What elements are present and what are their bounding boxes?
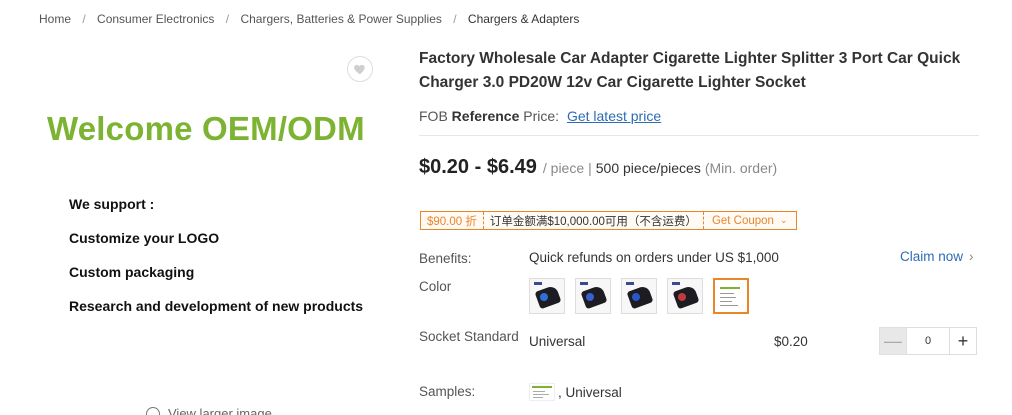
color-swatch[interactable] — [529, 278, 565, 314]
get-coupon-button[interactable]: Get Coupon ⌄ — [702, 212, 796, 229]
swatch-text-line — [720, 297, 736, 298]
breadcrumb: Home / Consumer Electronics / Chargers, … — [39, 12, 579, 26]
breadcrumb-separator: / — [225, 12, 230, 26]
increment-button[interactable]: + — [949, 327, 977, 355]
socket-price: $0.20 — [774, 334, 808, 349]
benefits-value: Quick refunds on orders under US $1,000 — [529, 250, 779, 265]
min-order-note: (Min. order) — [704, 160, 778, 176]
favorite-button[interactable] — [347, 56, 373, 82]
support-line: Custom packaging — [69, 264, 195, 280]
quantity-stepper: — + — [879, 327, 977, 355]
view-larger-label: View larger image — [168, 406, 272, 415]
breadcrumb-separator: / — [453, 12, 457, 26]
led-indicator — [586, 293, 594, 301]
fob-reference: Reference — [451, 108, 520, 124]
samples-text: , Universal — [558, 384, 622, 400]
color-swatch[interactable] — [621, 278, 657, 314]
swatch-logo — [626, 282, 634, 285]
benefits-label: Benefits: — [419, 251, 472, 266]
breadcrumb-current[interactable]: Chargers & Adapters — [468, 12, 579, 26]
fob-price-label: Price: — [523, 108, 560, 124]
color-swatches — [529, 278, 749, 314]
price-unit: / piece — [542, 160, 585, 176]
color-swatch[interactable] — [667, 278, 703, 314]
product-gallery[interactable]: Welcome OEM/ODM We support : Customize y… — [36, 50, 386, 415]
chevron-down-icon: ⌄ — [779, 215, 788, 225]
color-swatch-selected[interactable] — [713, 278, 749, 314]
thumb-headline-bar — [532, 386, 552, 388]
car-charger-image — [580, 284, 608, 310]
coupon-amount: $90.00 折 — [421, 212, 484, 229]
swatch-headline-bar — [720, 287, 740, 289]
breadcrumb-consumer-electronics[interactable]: Consumer Electronics — [97, 12, 214, 26]
swatch-logo — [580, 282, 588, 285]
thumb-text-line — [533, 394, 549, 395]
swatch-text-line — [720, 293, 734, 294]
samples-value: , Universal — [529, 383, 622, 401]
view-larger-link[interactable]: View larger image — [146, 406, 272, 415]
product-title: Factory Wholesale Car Adapter Cigarette … — [419, 50, 961, 91]
led-indicator — [540, 293, 548, 301]
price-range: $0.20 - $6.49 — [419, 156, 537, 178]
price-row: $0.20 - $6.49 / piece | 500 piece/pieces… — [419, 156, 777, 179]
swatch-logo — [534, 282, 542, 285]
gallery-headline: Welcome OEM/ODM — [47, 110, 365, 147]
quantity-input[interactable] — [907, 327, 949, 355]
claim-now-label: Claim now — [900, 249, 964, 264]
coupon-bar[interactable]: $90.00 折 订单金额满$10,000.00可用（不含运费） Get Cou… — [420, 211, 797, 230]
chevron-right-icon: › — [969, 249, 974, 264]
socket-standard-label: Socket Standard — [419, 329, 519, 344]
support-line: Research and development of new products — [69, 298, 364, 314]
heart-icon — [354, 64, 365, 75]
breadcrumb-separator: / — [82, 12, 86, 26]
support-list: We support : Customize your LOGO Custom … — [69, 196, 363, 332]
led-indicator — [678, 293, 686, 301]
color-label: Color — [419, 279, 452, 294]
socket-standard-value: Universal — [529, 334, 586, 349]
swatch-logo — [672, 282, 680, 285]
magnifier-icon — [146, 406, 160, 415]
thumb-text-line — [533, 397, 543, 398]
car-charger-image — [626, 284, 654, 310]
divider — [419, 135, 979, 136]
fob-prefix: FOB — [419, 108, 448, 124]
min-order: 500 piece/pieces — [595, 160, 701, 176]
support-line: Customize your LOGO — [69, 230, 220, 246]
coupon-condition: 订单金额满$10,000.00可用（不含运费） — [489, 215, 697, 228]
decrement-button[interactable]: — — [879, 327, 907, 355]
swatch-text-line — [720, 301, 732, 302]
car-charger-image — [534, 284, 562, 310]
breadcrumb-chargers-batteries[interactable]: Chargers, Batteries & Power Supplies — [240, 12, 441, 26]
price-separator: | — [588, 160, 592, 176]
get-coupon-label: Get Coupon — [711, 214, 774, 227]
support-line: We support : — [69, 196, 155, 212]
led-indicator — [632, 293, 640, 301]
fob-price-row: FOB Reference Price: Get latest price — [419, 108, 661, 124]
sample-thumbnail[interactable] — [529, 383, 555, 401]
swatch-text-line — [720, 305, 738, 306]
samples-label: Samples: — [419, 384, 476, 399]
thumb-text-line — [533, 391, 545, 392]
breadcrumb-home[interactable]: Home — [39, 12, 71, 26]
claim-now-link[interactable]: Claim now › — [900, 249, 974, 264]
car-charger-image — [672, 284, 700, 310]
color-swatch[interactable] — [575, 278, 611, 314]
get-latest-price-link[interactable]: Get latest price — [567, 108, 661, 124]
